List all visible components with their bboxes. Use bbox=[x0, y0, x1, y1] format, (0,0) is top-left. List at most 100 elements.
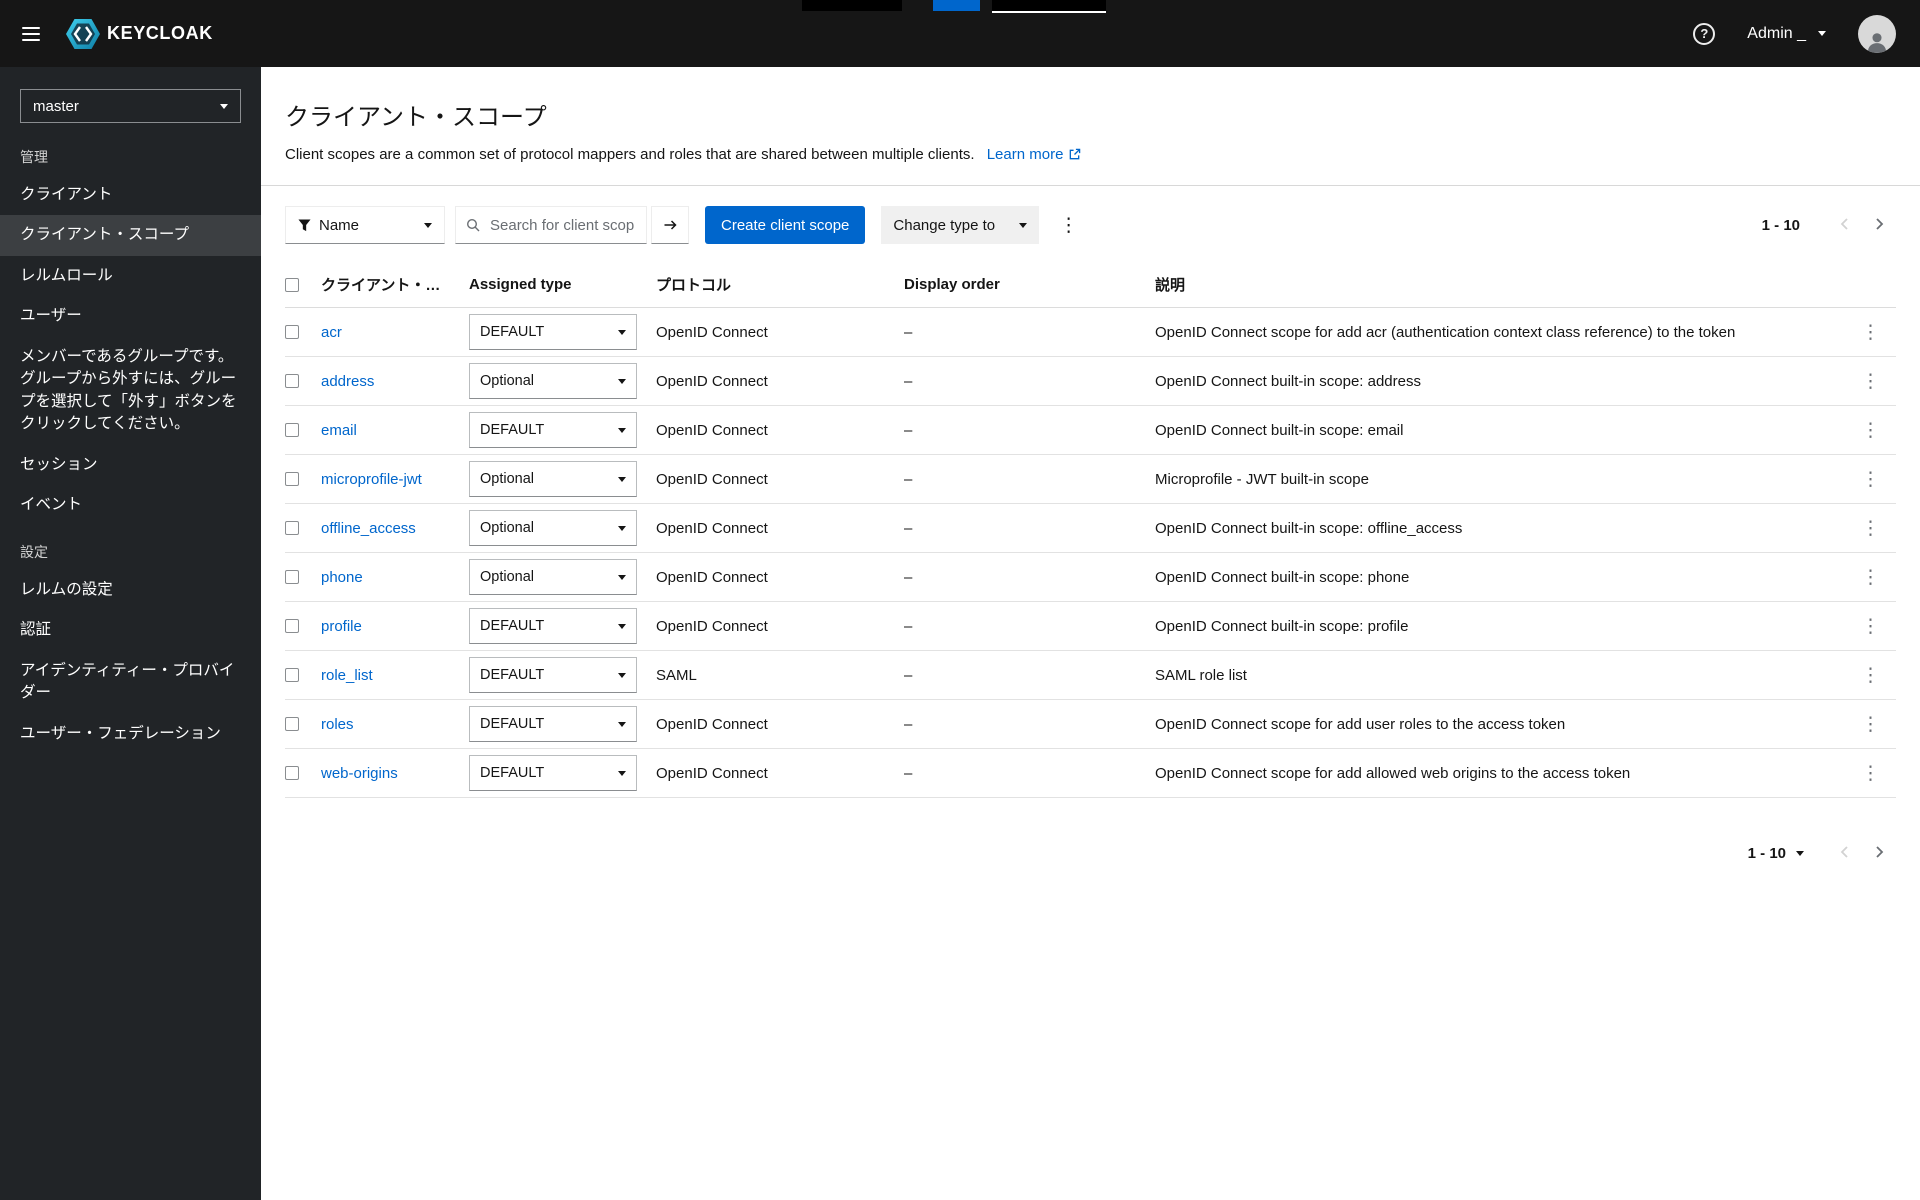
client-scope-link[interactable]: acr bbox=[321, 324, 342, 341]
row-checkbox[interactable] bbox=[285, 423, 299, 437]
description-cell: SAML role list bbox=[1155, 651, 1840, 700]
sidebar-item-groups[interactable]: メンバーであるグループです。グループから外すには、グループを選択して「外す」ボタ… bbox=[0, 337, 261, 445]
previous-page-icon[interactable] bbox=[1828, 212, 1862, 239]
client-scope-link[interactable]: phone bbox=[321, 569, 363, 586]
page-title: クライアント・スコープ bbox=[285, 97, 1896, 132]
realm-selector[interactable]: master bbox=[20, 89, 241, 123]
assigned-type-dropdown[interactable]: Optional bbox=[469, 510, 637, 546]
row-actions-cell: ⋮ bbox=[1840, 357, 1896, 406]
select-all-checkbox[interactable] bbox=[285, 278, 299, 292]
client-scope-link[interactable]: offline_access bbox=[321, 520, 416, 537]
row-actions-cell: ⋮ bbox=[1840, 553, 1896, 602]
client-scope-link[interactable]: address bbox=[321, 373, 374, 390]
row-checkbox[interactable] bbox=[285, 717, 299, 731]
sidebar-item-user-federation[interactable]: ユーザー・フェデレーション bbox=[0, 714, 261, 754]
row-kebab-icon[interactable]: ⋮ bbox=[1851, 664, 1890, 687]
assigned-type-dropdown[interactable]: DEFAULT bbox=[469, 755, 637, 791]
row-checkbox[interactable] bbox=[285, 570, 299, 584]
sidebar-item-events[interactable]: イベント bbox=[0, 485, 261, 525]
external-link-icon bbox=[1068, 148, 1081, 161]
client-scopes-table: クライアント・スコー… Assigned type プロトコル Display … bbox=[285, 260, 1896, 798]
row-checkbox[interactable] bbox=[285, 766, 299, 780]
row-kebab-icon[interactable]: ⋮ bbox=[1851, 713, 1890, 736]
chevron-down-icon bbox=[1019, 223, 1027, 228]
client-scope-link[interactable]: microprofile-jwt bbox=[321, 471, 422, 488]
row-kebab-icon[interactable]: ⋮ bbox=[1851, 762, 1890, 785]
sidebar-item-users[interactable]: ユーザー bbox=[0, 296, 261, 336]
client-scope-name-cell: acr bbox=[321, 308, 469, 357]
create-client-scope-button[interactable]: Create client scope bbox=[705, 206, 865, 244]
chevron-down-icon bbox=[618, 771, 626, 776]
row-kebab-icon[interactable]: ⋮ bbox=[1851, 370, 1890, 393]
column-header-actions bbox=[1840, 260, 1896, 308]
column-header-description: 説明 bbox=[1155, 260, 1840, 308]
client-scope-link[interactable]: web-origins bbox=[321, 765, 398, 782]
user-menu[interactable]: Admin _ bbox=[1741, 24, 1832, 44]
sidebar-item-realm-settings[interactable]: レルムの設定 bbox=[0, 570, 261, 610]
row-kebab-icon[interactable]: ⋮ bbox=[1851, 566, 1890, 589]
row-actions-cell: ⋮ bbox=[1840, 308, 1896, 357]
assigned-type-dropdown[interactable]: DEFAULT bbox=[469, 412, 637, 448]
sidebar-item-realm-roles[interactable]: レルムロール bbox=[0, 256, 261, 296]
filter-icon bbox=[298, 219, 311, 232]
assigned-type-cell: DEFAULT bbox=[469, 749, 656, 798]
assigned-type-dropdown[interactable]: DEFAULT bbox=[469, 657, 637, 693]
assigned-type-dropdown[interactable]: Optional bbox=[469, 363, 637, 399]
row-checkbox-cell bbox=[285, 700, 321, 749]
header-divider bbox=[261, 185, 1920, 186]
sidebar-item-identity-providers[interactable]: アイデンティティー・プロバイダー bbox=[0, 651, 261, 714]
next-page-icon[interactable] bbox=[1862, 212, 1896, 239]
client-scope-link[interactable]: email bbox=[321, 422, 357, 439]
toolbar-kebab-icon[interactable]: ⋮ bbox=[1049, 214, 1088, 237]
protocol-cell: OpenID Connect bbox=[656, 406, 904, 455]
top-bar: KEYCLOAK ? Admin _ bbox=[0, 0, 1920, 67]
assigned-type-dropdown[interactable]: DEFAULT bbox=[469, 314, 637, 350]
sidebar-item-clients[interactable]: クライアント bbox=[0, 175, 261, 215]
assigned-type-dropdown[interactable]: Optional bbox=[469, 559, 637, 595]
row-checkbox[interactable] bbox=[285, 472, 299, 486]
person-icon bbox=[1864, 29, 1890, 53]
assigned-type-dropdown[interactable]: Optional bbox=[469, 461, 637, 497]
row-checkbox[interactable] bbox=[285, 521, 299, 535]
row-kebab-icon[interactable]: ⋮ bbox=[1851, 517, 1890, 540]
client-scope-link[interactable]: roles bbox=[321, 716, 354, 733]
row-checkbox[interactable] bbox=[285, 619, 299, 633]
hamburger-menu-icon[interactable] bbox=[0, 0, 62, 67]
change-type-dropdown[interactable]: Change type to bbox=[881, 206, 1039, 244]
row-actions-cell: ⋮ bbox=[1840, 700, 1896, 749]
row-checkbox-cell bbox=[285, 749, 321, 798]
avatar[interactable] bbox=[1858, 15, 1896, 53]
pagination-range: 1 - 10 bbox=[1748, 845, 1786, 862]
row-kebab-icon[interactable]: ⋮ bbox=[1851, 321, 1890, 344]
filter-dropdown[interactable]: Name bbox=[285, 206, 445, 244]
client-scope-name-cell: email bbox=[321, 406, 469, 455]
arrow-right-icon bbox=[663, 218, 678, 232]
next-page-icon[interactable] bbox=[1862, 840, 1896, 867]
row-checkbox[interactable] bbox=[285, 325, 299, 339]
assigned-type-dropdown[interactable]: DEFAULT bbox=[469, 608, 637, 644]
search-input[interactable] bbox=[488, 216, 636, 235]
row-checkbox[interactable] bbox=[285, 374, 299, 388]
sidebar-item-authentication[interactable]: 認証 bbox=[0, 610, 261, 650]
row-kebab-icon[interactable]: ⋮ bbox=[1851, 615, 1890, 638]
assigned-type-value: DEFAULT bbox=[480, 618, 544, 634]
row-kebab-icon[interactable]: ⋮ bbox=[1851, 468, 1890, 491]
help-icon[interactable]: ? bbox=[1693, 23, 1715, 45]
row-checkbox[interactable] bbox=[285, 668, 299, 682]
client-scope-link[interactable]: profile bbox=[321, 618, 362, 635]
assigned-type-value: DEFAULT bbox=[480, 422, 544, 438]
sidebar-item-client-scopes[interactable]: クライアント・スコープ bbox=[0, 215, 261, 255]
assigned-type-dropdown[interactable]: DEFAULT bbox=[469, 706, 637, 742]
main-content: クライアント・スコープ Client scopes are a common s… bbox=[261, 67, 1920, 1200]
learn-more-link[interactable]: Learn more bbox=[987, 146, 1082, 163]
description-cell: OpenID Connect scope for add acr (authen… bbox=[1155, 308, 1840, 357]
description-cell: Microprofile - JWT built-in scope bbox=[1155, 455, 1840, 504]
sidebar-item-sessions[interactable]: セッション bbox=[0, 445, 261, 485]
client-scope-link[interactable]: role_list bbox=[321, 667, 373, 684]
pagination-range-dropdown[interactable]: 1 - 10 bbox=[1748, 845, 1804, 862]
row-kebab-icon[interactable]: ⋮ bbox=[1851, 419, 1890, 442]
table-row: role_list DEFAULT SAML – SAML role list … bbox=[285, 651, 1896, 700]
chevron-down-icon bbox=[618, 575, 626, 580]
previous-page-icon[interactable] bbox=[1828, 840, 1862, 867]
search-submit-button[interactable] bbox=[651, 206, 689, 244]
